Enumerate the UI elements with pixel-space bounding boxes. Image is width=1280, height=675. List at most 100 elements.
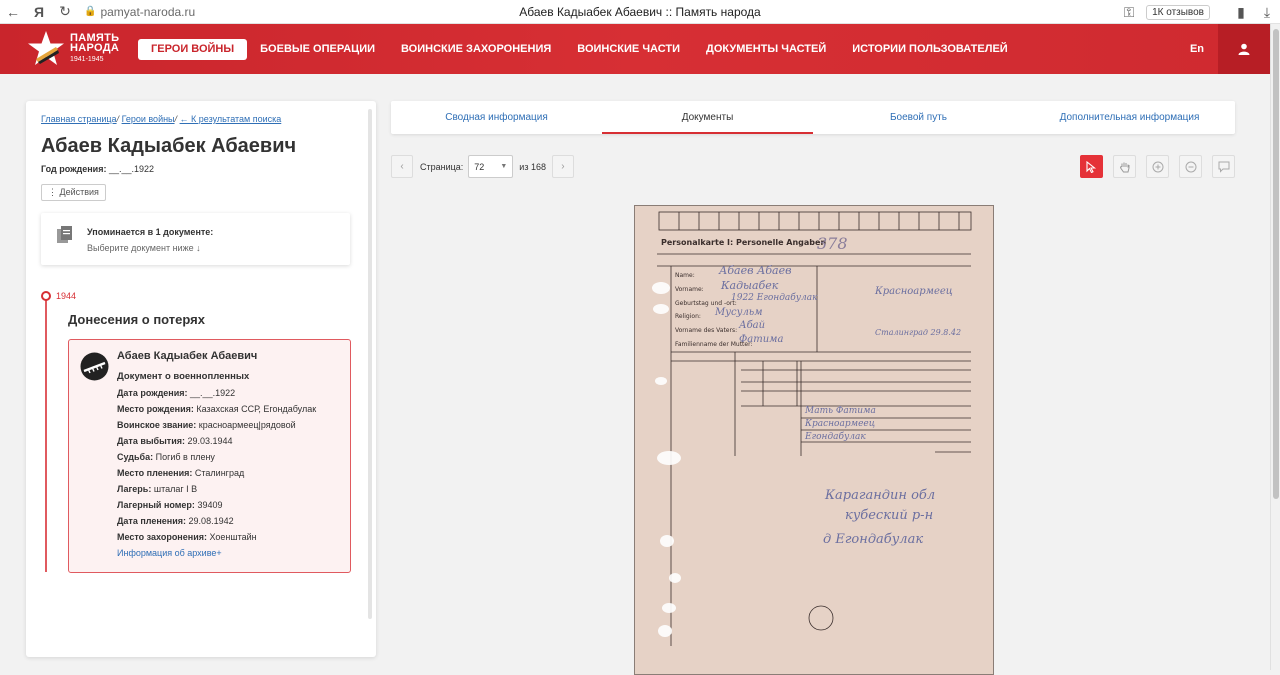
url-text: pamyat-naroda.ru (100, 4, 196, 19)
zoom-in-button[interactable] (1146, 155, 1169, 178)
main-nav: ГЕРОИ ВОЙНЫ БОЕВЫЕ ОПЕРАЦИИ ВОИНСКИЕ ЗАХ… (138, 38, 1021, 60)
user-icon (1238, 43, 1250, 55)
user-button[interactable] (1218, 24, 1270, 74)
field-value: красноармеец|рядовой (198, 420, 296, 430)
card-document-type: Документ о военнопленных (117, 371, 250, 382)
hw-birth: 1922 Егондабулак (731, 293, 818, 303)
logo-line2: НАРОДА (70, 42, 120, 54)
next-page-button[interactable]: › (551, 155, 574, 178)
hand-icon (1119, 162, 1129, 172)
comment-icon (1218, 161, 1229, 173)
field-label: Место захоронения: (117, 532, 207, 542)
download-icon[interactable]: ⤓ (1254, 0, 1280, 24)
nav-heroes[interactable]: ГЕРОИ ВОЙНЫ (138, 38, 248, 60)
zoom-out-button[interactable] (1179, 155, 1202, 178)
nav-unit-documents[interactable]: ДОКУМЕНТЫ ЧАСТЕЙ (693, 39, 839, 60)
comment-button[interactable] (1212, 155, 1235, 178)
field-value: Погиб в плену (155, 452, 215, 462)
card-person-name: Абаев Кадыабек Абаевич (117, 350, 258, 362)
field-burial-place: Место захоронения: Хоенштайн (117, 532, 257, 542)
page-scrollbar[interactable] (1270, 24, 1280, 670)
label-father: Vorname des Vaters: (675, 327, 738, 334)
field-rank: Воинское звание: красноармеец|рядовой (117, 420, 296, 430)
page-select[interactable]: 72 ▼ (468, 155, 514, 178)
nav-units[interactable]: ВОИНСКИЕ ЧАСТИ (564, 39, 693, 60)
content-tabs: Сводная информация Документы Боевой путь… (391, 101, 1235, 134)
birth-year: Год рождения: __.__.1922 (41, 164, 154, 174)
hw-district: кубеский р-н (845, 508, 934, 523)
breadcrumb-heroes[interactable]: Герои войны (122, 114, 175, 124)
field-value: 39409 (197, 500, 223, 510)
pan-tool-button[interactable] (1113, 155, 1136, 178)
yandex-icon[interactable]: Я (26, 0, 52, 24)
hw-first-name: Кадыабек (721, 279, 779, 292)
label-name: Name: (675, 272, 695, 279)
hw-village: Егондабулак (805, 432, 866, 442)
loss-reports-title: Донесения о потерях (68, 312, 205, 327)
hw-mother: Фатима (739, 334, 784, 345)
back-arrow-icon[interactable]: ← (0, 0, 26, 24)
lock-icon: 🔒 (84, 6, 97, 17)
reviews-badge[interactable]: 1К отзывов (1146, 4, 1210, 20)
nav-burials[interactable]: ВОИНСКИЕ ЗАХОРОНЕНИЯ (388, 39, 564, 60)
scroll-thumb[interactable] (1273, 29, 1279, 499)
field-birth-date: Дата рождения: __.__.1922 (117, 388, 235, 398)
loss-report-card[interactable]: Абаев Кадыабек Абаевич Документ о военно… (68, 339, 351, 573)
field-value: __.__.1922 (190, 388, 236, 398)
card-number: 378 (817, 234, 848, 253)
field-label: Воинское звание: (117, 420, 197, 430)
label-birth: Geburtstag und -ort: (675, 300, 737, 307)
birth-label: Год рождения: (41, 164, 107, 174)
field-fate: Судьба: Погиб в плену (117, 452, 215, 462)
address-bar[interactable]: 🔒 pamyat-naroda.ru (84, 5, 195, 19)
breadcrumb-home[interactable]: Главная страница (41, 114, 117, 124)
language-switch[interactable]: En (1190, 24, 1204, 74)
field-label: Лагерь: (117, 484, 152, 494)
field-departure-date: Дата выбытия: 29.03.1944 (117, 436, 233, 446)
field-value: Хоенштайн (209, 532, 257, 542)
actions-button[interactable]: ⋮ Действия (41, 184, 106, 201)
reload-icon[interactable]: ↻ (52, 0, 78, 24)
pointer-tool-button[interactable] (1080, 155, 1103, 178)
tab-combat-path[interactable]: Боевой путь (813, 101, 1024, 134)
label-religion: Religion: (675, 313, 701, 320)
logo-years: 1941-1945 (70, 56, 104, 63)
page-total: из 168 (519, 161, 546, 172)
protect-icon[interactable]: ⚿ (1116, 0, 1142, 24)
page-label: Страница: (420, 161, 464, 172)
tab-documents[interactable]: Документы (602, 101, 813, 134)
site-logo[interactable]: ПАМЯТЬ НАРОДА 1941-1945 (26, 29, 136, 69)
birth-value: __.__.1922 (108, 164, 155, 174)
hw-rank: Красноармеец (875, 286, 953, 297)
document-scan[interactable]: Personalkarte I: Personelle Angaben 378 … (634, 205, 994, 675)
bookmark-icon[interactable]: ▮ (1228, 0, 1254, 24)
hw-rank-2: Красноармеец (805, 419, 876, 429)
field-value: Казахская ССР, Егондабулак (196, 404, 317, 414)
field-label: Дата выбытия: (117, 436, 185, 446)
star-logo-icon (28, 31, 64, 65)
field-label: Дата пленения: (117, 516, 187, 526)
zoom-out-icon (1185, 161, 1196, 172)
card-header-print: Personalkarte I: Personelle Angaben (661, 238, 827, 247)
panel-scrollbar[interactable] (368, 109, 372, 619)
mention-subtitle: Выберите документ ниже ↓ (87, 243, 201, 253)
mention-card[interactable]: Упоминается в 1 документе: Выберите доку… (41, 213, 350, 265)
archive-info-link[interactable]: Информация об архиве+ (117, 548, 222, 558)
timeline-year: 1944 (56, 291, 77, 301)
field-label: Место рождения: (117, 404, 194, 414)
field-value: Сталинград (194, 468, 245, 478)
prev-page-button[interactable]: ‹ (391, 155, 413, 178)
person-name: Абаев Кадыабек Абаевич (41, 135, 297, 157)
breadcrumb-back[interactable]: ← К результатам поиска (180, 114, 282, 124)
timeline-line (45, 296, 47, 572)
nav-operations[interactable]: БОЕВЫЕ ОПЕРАЦИИ (247, 39, 388, 60)
field-capture-place: Место пленения: Сталинград (117, 468, 244, 478)
tab-additional-info[interactable]: Дополнительная информация (1024, 101, 1235, 134)
mention-title: Упоминается в 1 документе: (87, 227, 214, 237)
hw-capture: Сталинград 29.8.42 (875, 328, 962, 337)
field-value: шталаг I B (153, 484, 198, 494)
field-label: Судьба: (117, 452, 154, 462)
nav-user-stories[interactable]: ИСТОРИИ ПОЛЬЗОВАТЕЛЕЙ (839, 39, 1020, 60)
hw-region: Карагандин обл (825, 488, 936, 503)
tab-summary[interactable]: Сводная информация (391, 101, 602, 134)
